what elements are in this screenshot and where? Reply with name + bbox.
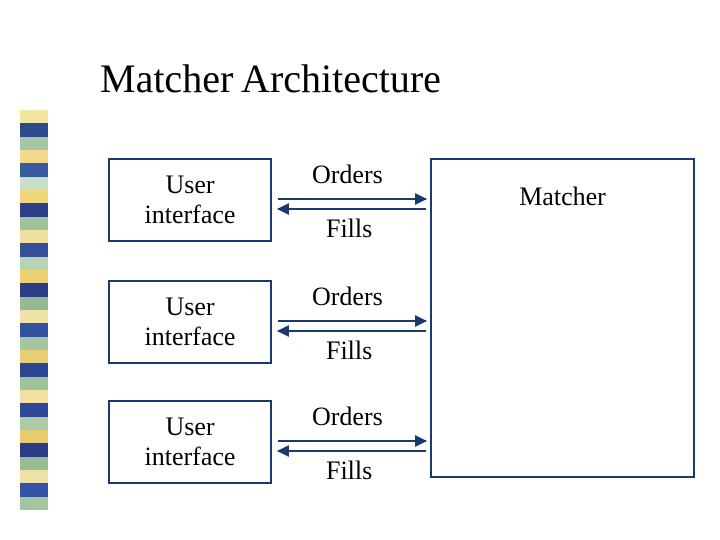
slide-title: Matcher Architecture [100,55,441,102]
sidebar-stripe [20,350,48,363]
sidebar-stripe [20,297,48,310]
fills-label-1: Fills [326,214,372,244]
arrow-right-1 [278,198,426,200]
sidebar-stripe [20,457,48,470]
user-interface-label: Userinterface [145,412,236,472]
arrow-left-1 [278,208,426,210]
sidebar-stripe [20,443,48,456]
sidebar-stripe [20,363,48,376]
orders-label-1: Orders [312,160,383,190]
sidebar-stripe [20,323,48,336]
sidebar-stripe [20,483,48,496]
matcher-box: Matcher [430,158,695,478]
fills-label-3: Fills [326,456,372,486]
sidebar-stripe [20,137,48,150]
sidebar-stripe [20,283,48,296]
sidebar-stripe [20,470,48,483]
sidebar-stripe [20,270,48,283]
sidebar-stripe [20,403,48,416]
sidebar-stripe [20,203,48,216]
sidebar-stripe [20,417,48,430]
sidebar-stripe [20,337,48,350]
sidebar-stripe [20,497,48,510]
sidebar-stripe [20,310,48,323]
decorative-sidebar [20,110,48,510]
user-interface-box-3: Userinterface [108,400,272,484]
user-interface-box-1: Userinterface [108,158,272,242]
user-interface-box-2: Userinterface [108,280,272,364]
sidebar-stripe [20,110,48,123]
sidebar-stripe [20,190,48,203]
fills-label-2: Fills [326,336,372,366]
sidebar-stripe [20,243,48,256]
user-interface-label: Userinterface [145,292,236,352]
matcher-label: Matcher [519,182,606,212]
sidebar-stripe [20,217,48,230]
arrow-left-3 [278,450,426,452]
sidebar-stripe [20,123,48,136]
arrow-right-3 [278,440,426,442]
sidebar-stripe [20,150,48,163]
sidebar-stripe [20,177,48,190]
orders-label-2: Orders [312,282,383,312]
sidebar-stripe [20,390,48,403]
sidebar-stripe [20,163,48,176]
arrow-left-2 [278,330,426,332]
sidebar-stripe [20,230,48,243]
user-interface-label: Userinterface [145,170,236,230]
sidebar-stripe [20,377,48,390]
sidebar-stripe [20,430,48,443]
orders-label-3: Orders [312,402,383,432]
arrow-right-2 [278,320,426,322]
sidebar-stripe [20,257,48,270]
